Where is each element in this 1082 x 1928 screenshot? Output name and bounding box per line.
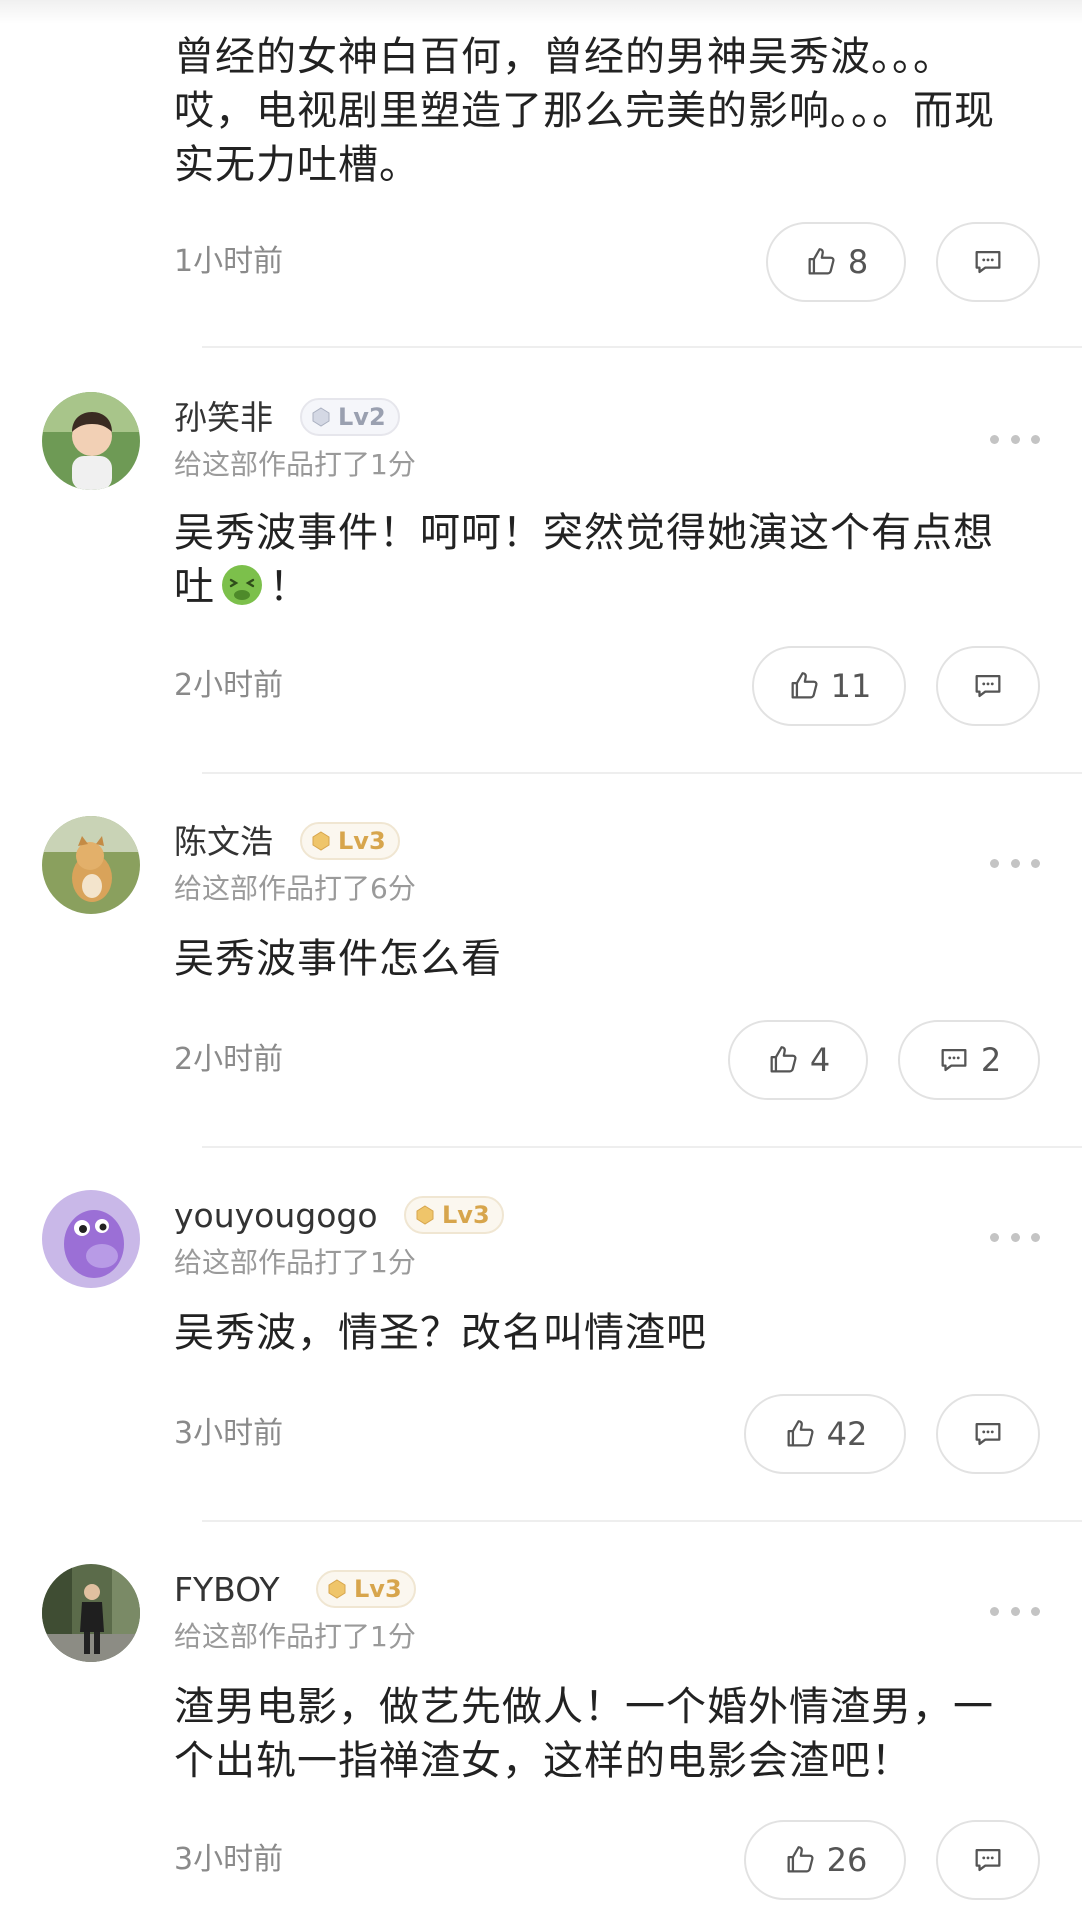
like-count: 26 (826, 1841, 868, 1879)
level-label: Lv3 (354, 1575, 402, 1603)
level-badge: Lv3 (316, 1570, 416, 1608)
comment-text: 渣男电影，做艺先做人！一个婚外情渣男，一个出轨一指禅渣女，这样的电影会渣吧！ (174, 1684, 994, 1784)
comment-bubble-icon (941, 1048, 967, 1072)
thumbs-up-icon (808, 248, 835, 275)
thumbs-up-icon (787, 1846, 814, 1873)
comment-time: 3小时前 (174, 1416, 284, 1451)
comment-time: 3小时前 (174, 1842, 284, 1877)
divider (202, 1520, 1082, 1522)
like-count: 11 (830, 667, 872, 705)
comment-text: 曾经的女神白百何，曾经的男神吴秀波。。。哎，电视剧里塑造了那么完美的影响。。。而… (174, 34, 995, 188)
comment-time: 2小时前 (174, 668, 284, 703)
rating-text: 给这部作品打了6分 (174, 872, 416, 905)
level-gem-icon (312, 407, 330, 427)
more-dots-icon[interactable] (990, 432, 1040, 446)
comment-list-page: 曾经的女神白百何，曾经的男神吴秀波。。。哎，电视剧里塑造了那么完美的影响。。。而… (0, 0, 1082, 1928)
like-button[interactable]: 42 (744, 1394, 906, 1474)
comment-text: 吴秀波事件！呵呵！突然觉得她演这个有点想吐！ (174, 506, 1014, 614)
comment-bubble-icon (975, 250, 1001, 274)
level-label: Lv2 (338, 403, 386, 431)
level-badge: Lv3 (404, 1196, 504, 1234)
nauseated-face-emoji (222, 565, 262, 605)
comment-time: 1小时前 (174, 244, 284, 279)
like-button[interactable]: 4 (728, 1020, 868, 1100)
rating-text: 给这部作品打了1分 (174, 1620, 416, 1653)
username[interactable]: youyougogo (174, 1196, 378, 1236)
rating-text: 给这部作品打了1分 (174, 1246, 416, 1279)
divider (202, 1146, 1082, 1148)
more-dots-icon[interactable] (990, 856, 1040, 870)
level-gem-icon (416, 1205, 434, 1225)
divider (202, 772, 1082, 774)
avatar[interactable] (42, 1190, 140, 1288)
level-badge: Lv3 (300, 822, 400, 860)
avatar[interactable] (42, 392, 140, 490)
username[interactable]: 陈文浩 (174, 822, 273, 862)
more-dots-icon[interactable] (990, 1230, 1040, 1244)
like-button[interactable]: 11 (752, 646, 906, 726)
thumbs-up-icon (791, 672, 818, 699)
level-gem-icon (328, 1579, 346, 1599)
thumbs-up-icon (770, 1046, 797, 1073)
like-button[interactable]: 26 (744, 1820, 906, 1900)
level-gem-icon (312, 831, 330, 851)
comment-bubble-icon (975, 674, 1001, 698)
username[interactable]: 孙笑非 (174, 398, 273, 438)
level-label: Lv3 (442, 1201, 490, 1229)
reply-count: 2 (980, 1041, 1002, 1079)
comment-bubble-icon (975, 1422, 1001, 1446)
avatar[interactable] (42, 816, 140, 914)
avatar[interactable] (42, 1564, 140, 1662)
top-shadow (0, 0, 1082, 24)
comment-bubble-icon (975, 1848, 1001, 1872)
like-count: 8 (847, 243, 869, 281)
comment-text: 吴秀波事件怎么看 (174, 936, 502, 982)
comment-text-suffix: ！ (269, 564, 310, 610)
rating-text: 给这部作品打了1分 (174, 448, 416, 481)
reply-button[interactable] (936, 222, 1040, 302)
like-count: 4 (809, 1041, 831, 1079)
comment-time: 2小时前 (174, 1042, 284, 1077)
like-button[interactable]: 8 (766, 222, 906, 302)
comment-text: 吴秀波，情圣？改名叫情渣吧 (174, 1310, 707, 1356)
reply-button[interactable] (936, 646, 1040, 726)
reply-button[interactable] (936, 1394, 1040, 1474)
level-label: Lv3 (338, 827, 386, 855)
level-badge: Lv2 (300, 398, 400, 436)
reply-button[interactable]: 2 (898, 1020, 1040, 1100)
like-count: 42 (826, 1415, 868, 1453)
reply-button[interactable] (936, 1820, 1040, 1900)
username[interactable]: FYBOY (174, 1570, 280, 1610)
thumbs-up-icon (787, 1420, 814, 1447)
divider (202, 346, 1082, 348)
more-dots-icon[interactable] (990, 1604, 1040, 1618)
